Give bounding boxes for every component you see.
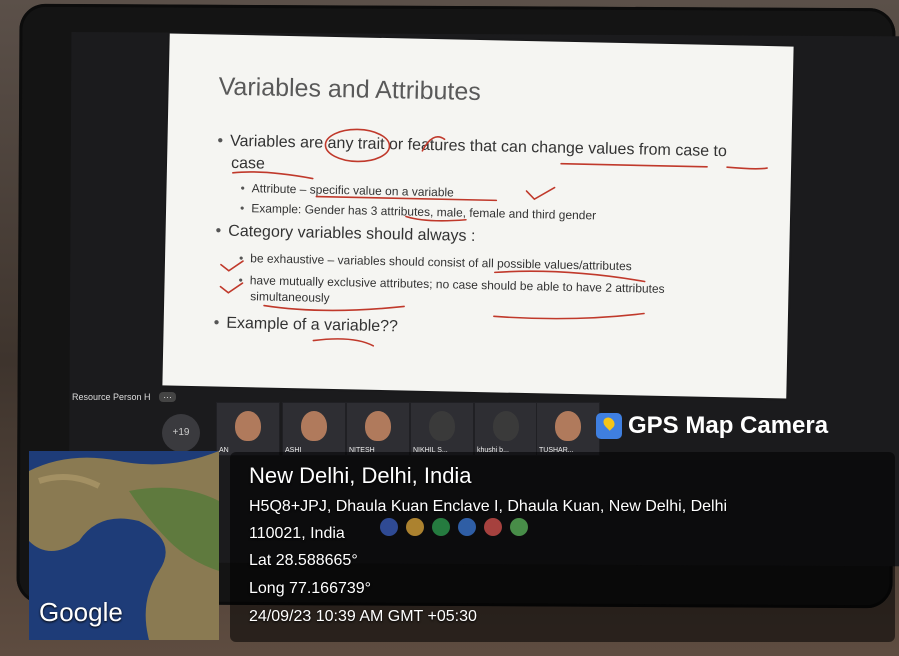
participant-name: AN	[219, 447, 229, 454]
bullet-2: Category variables should always :	[215, 223, 476, 246]
app-icon	[406, 518, 424, 536]
participant-tile[interactable]: TUSHAR...	[536, 402, 600, 456]
gps-app-name: GPS Map Camera	[628, 412, 829, 439]
participant-video	[429, 411, 455, 441]
location-map-thumbnail: Google	[29, 451, 219, 640]
location-longitude: Long 77.166739°	[249, 580, 372, 597]
app-icon	[458, 518, 476, 536]
participant-tile[interactable]: NIKHIL S...	[410, 402, 474, 456]
participant-tile[interactable]: AN	[216, 402, 280, 456]
location-city: New Delhi, Delhi, India	[249, 463, 472, 488]
taskbar-apps	[380, 518, 528, 536]
participant-video	[493, 411, 519, 441]
map-brand: Google	[39, 597, 123, 627]
participant-video	[235, 411, 261, 441]
sub-bullet-exclusive-cont: simultaneously	[250, 289, 330, 305]
presentation-slide: Variables and Attributes Variables are a…	[162, 33, 794, 399]
participant-tile[interactable]: NITESH	[346, 402, 410, 456]
sub-bullet-exhaustive: be exhaustive – variables should consist…	[239, 251, 632, 273]
app-icon	[432, 518, 450, 536]
bullet-1-cont: case	[230, 154, 266, 173]
location-latitude: Lat 28.588665°	[249, 552, 358, 569]
bullet-1: Variables are any trait or features that…	[217, 133, 727, 162]
participant-video	[301, 411, 327, 441]
more-options-button[interactable]: ···	[159, 392, 177, 402]
slide-title: Variables and Attributes	[218, 72, 482, 107]
presenter-label: Resource Person H ···	[72, 392, 177, 402]
participant-video	[555, 411, 581, 441]
sub-bullet-attribute: Attribute – specific value on a variable	[240, 181, 454, 199]
participant-tile[interactable]: khushi b...	[474, 402, 538, 456]
participant-overflow-badge[interactable]: +19	[162, 414, 200, 452]
sub-bullet-example: Example: Gender has 3 attributes, male, …	[240, 201, 596, 222]
presenter-name: Resource Person H	[72, 392, 151, 402]
location-address-line-2: 110021, India	[249, 525, 345, 542]
app-icon	[510, 518, 528, 536]
location-address-line-1: H5Q8+JPJ, Dhaula Kuan Enclave I, Dhaula …	[249, 498, 728, 515]
app-icon	[380, 518, 398, 536]
gps-app-header: GPS Map Camera	[596, 412, 828, 440]
app-icon	[484, 518, 502, 536]
participant-tile[interactable]: ASHI	[282, 402, 346, 456]
participant-video	[365, 411, 391, 441]
map-pin-icon	[596, 413, 622, 439]
bullet-3: Example of a variable??	[214, 314, 398, 336]
location-timestamp: 24/09/23 10:39 AM GMT +05:30	[249, 608, 477, 625]
